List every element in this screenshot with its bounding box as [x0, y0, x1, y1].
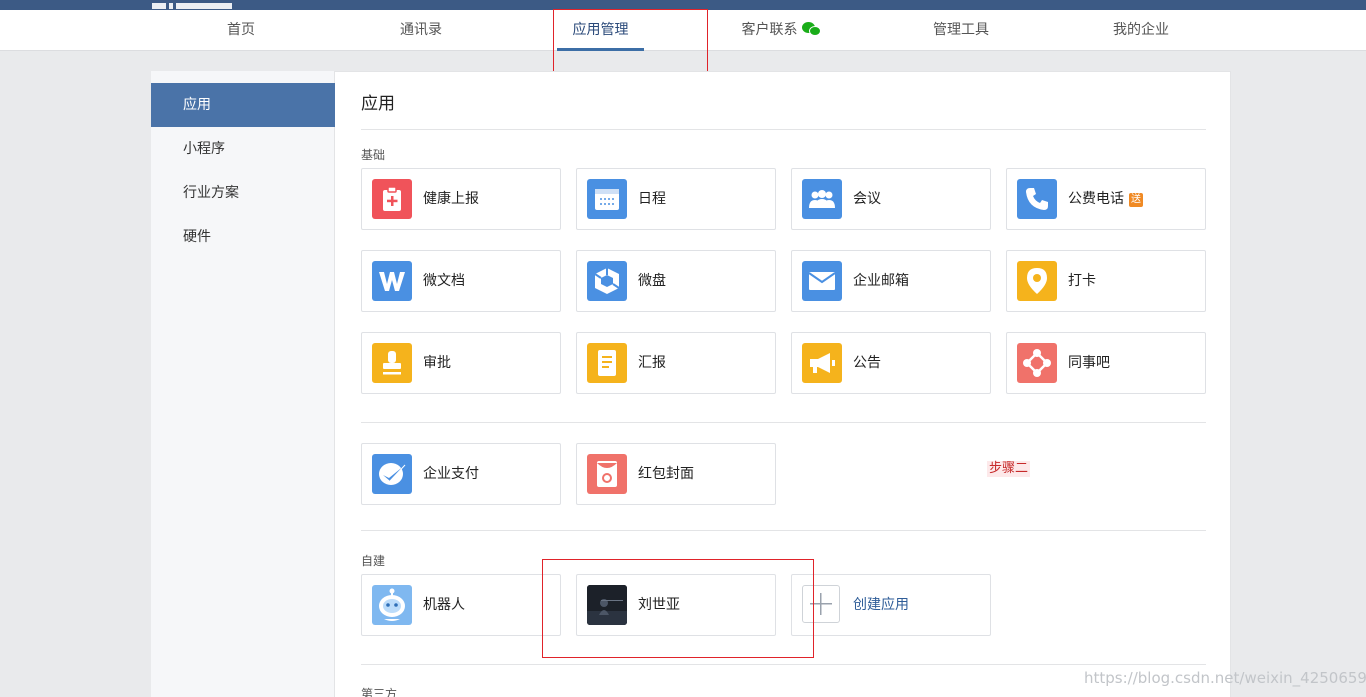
nav-customer-contact[interactable]: 客户联系	[740, 10, 822, 51]
divider	[361, 422, 1206, 423]
app-tile-wedrive[interactable]: 微盘	[576, 250, 776, 312]
app-tile-public-phone[interactable]: 公费电话送	[1006, 168, 1206, 230]
app-label: 微文档	[423, 273, 465, 289]
sidebar-item-label: 行业方案	[183, 185, 239, 201]
sidebar-item-apps[interactable]: 应用	[151, 83, 335, 127]
app-tile-meeting[interactable]: 会议	[791, 168, 991, 230]
app-label: 汇报	[638, 355, 666, 371]
app-label: 审批	[423, 355, 451, 371]
section-label-basic: 基础	[361, 148, 386, 162]
wechat-icon	[801, 22, 821, 36]
nav-contacts-label: 通讯录	[400, 22, 442, 38]
app-tile-schedule[interactable]: 日程	[576, 168, 776, 230]
app-label: 会议	[853, 191, 881, 207]
nav-my-enterprise[interactable]: 我的企业	[1110, 10, 1172, 51]
wedrive-cube-icon	[587, 261, 627, 301]
app-label: 打卡	[1068, 273, 1096, 289]
app-tile-notice[interactable]: 公告	[791, 332, 991, 394]
divider	[361, 530, 1206, 531]
section-label-custom: 自建	[361, 554, 386, 568]
create-app-label: 创建应用	[853, 597, 909, 613]
app-label: 机器人	[423, 597, 465, 613]
annotation-box-custom-app	[542, 559, 814, 658]
app-tile-health-report[interactable]: 健康上报	[361, 168, 561, 230]
app-tile-approval[interactable]: 审批	[361, 332, 561, 394]
app-tile-wedoc[interactable]: 微文档	[361, 250, 561, 312]
nav-management-tools[interactable]: 管理工具	[930, 10, 992, 51]
red-packet-icon	[587, 454, 627, 494]
colleague-network-icon	[1017, 343, 1057, 383]
section-label-third-party: 第三方	[361, 687, 398, 697]
robot-icon	[372, 585, 412, 625]
nav-home[interactable]: 首页	[219, 10, 263, 51]
sidebar-item-hardware[interactable]: 硬件	[151, 215, 335, 259]
payment-check-icon	[372, 454, 412, 494]
create-app-button[interactable]: 创建应用	[791, 574, 991, 636]
app-label: 微盘	[638, 273, 666, 289]
sidebar-item-label: 小程序	[183, 141, 225, 157]
app-tile-colleague-bar[interactable]: 同事吧	[1006, 332, 1206, 394]
app-label: 公告	[853, 355, 881, 371]
app-tile-checkin[interactable]: 打卡	[1006, 250, 1206, 312]
app-label: 同事吧	[1068, 355, 1110, 371]
app-label: 企业支付	[423, 466, 479, 482]
app-label: 健康上报	[423, 191, 479, 207]
app-tile-mail[interactable]: 企业邮箱	[791, 250, 991, 312]
app-tile-red-packet-cover[interactable]: 红包封面	[576, 443, 776, 505]
divider	[361, 129, 1206, 130]
calendar-icon	[587, 179, 627, 219]
gift-badge: 送	[1129, 193, 1143, 207]
phone-icon	[1017, 179, 1057, 219]
nav-customer-contact-label: 客户联系	[741, 22, 798, 38]
logo	[152, 0, 232, 9]
location-pin-icon	[1017, 261, 1057, 301]
app-label-wrap: 公费电话送	[1068, 169, 1143, 229]
watermark: https://blog.csdn.net/weixin_42506599	[1084, 669, 1366, 687]
nav-management-tools-label: 管理工具	[933, 22, 989, 38]
app-label: 企业邮箱	[853, 273, 909, 289]
stamp-icon	[372, 343, 412, 383]
page-title: 应用	[361, 94, 395, 114]
divider	[361, 664, 1206, 665]
app-tile-payment[interactable]: 企业支付	[361, 443, 561, 505]
wedoc-w-icon	[372, 261, 412, 301]
nav-contacts[interactable]: 通讯录	[398, 10, 444, 51]
app-label: 红包封面	[638, 466, 694, 482]
sidebar-item-mini-programs[interactable]: 小程序	[151, 127, 335, 171]
app-label: 日程	[638, 191, 666, 207]
nav-my-enterprise-label: 我的企业	[1113, 22, 1169, 38]
sidebar-item-label: 硬件	[183, 229, 211, 245]
app-label: 公费电话	[1068, 191, 1124, 207]
sidebar-item-label: 应用	[183, 97, 211, 113]
mail-envelope-icon	[802, 261, 842, 301]
report-document-icon	[587, 343, 627, 383]
app-tile-report[interactable]: 汇报	[576, 332, 776, 394]
health-report-icon	[372, 179, 412, 219]
megaphone-icon	[802, 343, 842, 383]
app-tile-robot[interactable]: 机器人	[361, 574, 561, 636]
sidebar: 应用 小程序 行业方案 硬件	[151, 71, 335, 697]
annotation-box-nav	[553, 9, 708, 75]
meeting-people-icon	[802, 179, 842, 219]
nav-home-label: 首页	[227, 22, 255, 38]
sidebar-item-industry-solutions[interactable]: 行业方案	[151, 171, 335, 215]
annotation-step-two: 步骤二	[987, 461, 1031, 477]
